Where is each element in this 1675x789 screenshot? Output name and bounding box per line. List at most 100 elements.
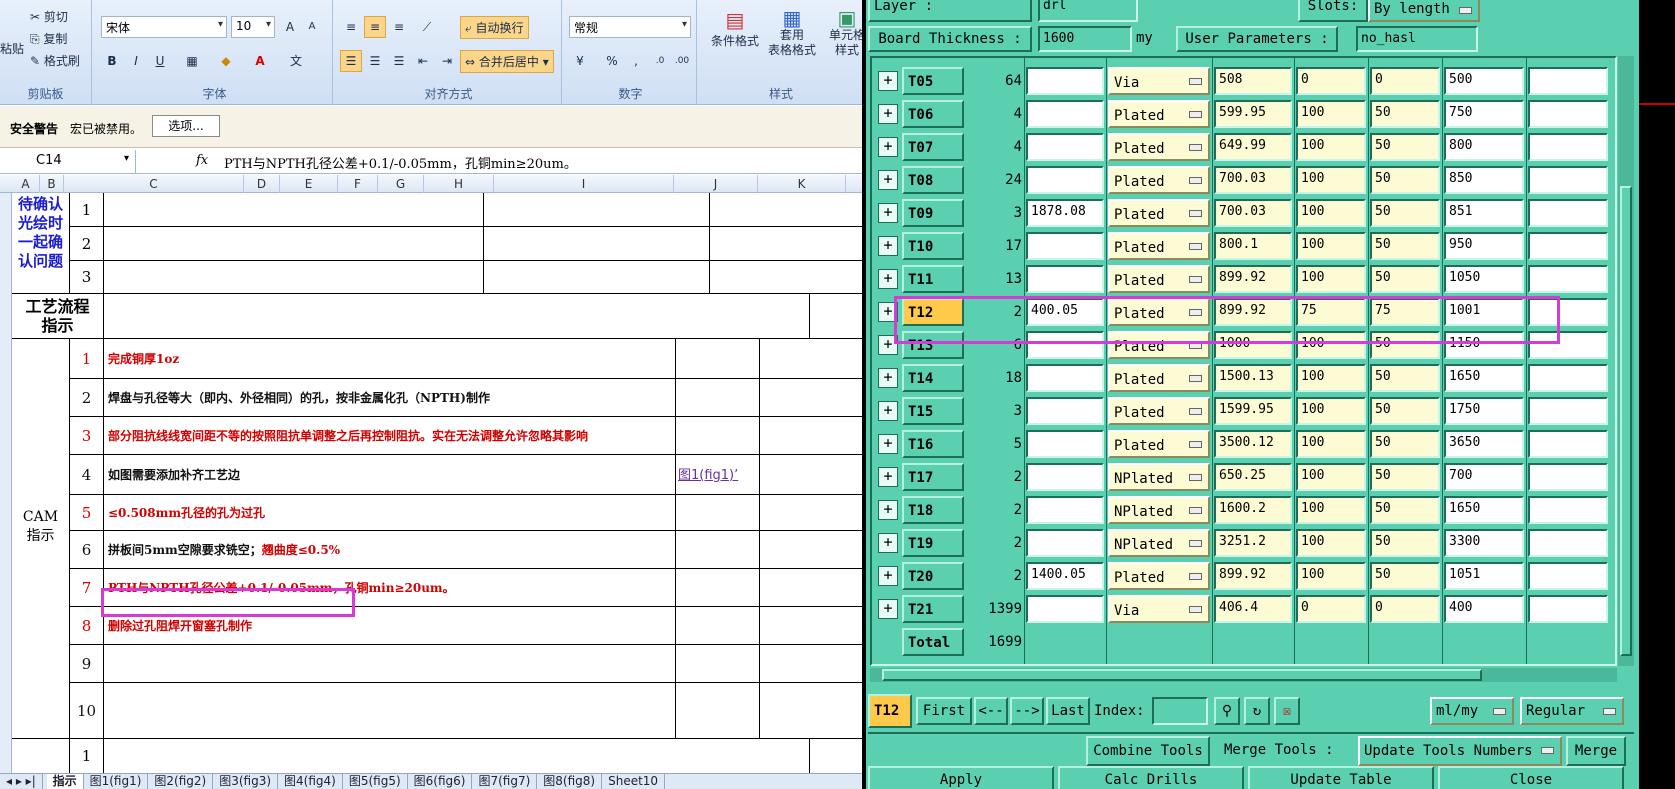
column-header[interactable]: E bbox=[280, 175, 338, 193]
tolerance-minus-field[interactable]: 50 bbox=[1370, 364, 1440, 392]
paste-button[interactable]: 粘贴 bbox=[0, 40, 24, 57]
cam-instruction[interactable]: 焊盘与孔径等大（即内、外径相同）的孔，按非金属化孔（NPTH)制作 bbox=[104, 379, 676, 416]
drill-size-field[interactable]: 899.92 bbox=[1214, 562, 1292, 590]
percent-button[interactable]: % bbox=[601, 50, 623, 72]
tool-name[interactable]: T19 bbox=[902, 529, 964, 557]
cell[interactable] bbox=[104, 193, 484, 226]
tool-type-select[interactable]: Plated bbox=[1108, 232, 1210, 260]
tool-name[interactable]: T07 bbox=[902, 133, 964, 161]
tolerance-minus-field[interactable]: 50 bbox=[1370, 265, 1440, 293]
expand-icon[interactable]: + bbox=[878, 269, 898, 289]
finish-size-field[interactable] bbox=[1026, 595, 1104, 623]
finish-size-field[interactable] bbox=[1026, 430, 1104, 458]
drill-size-field[interactable]: 508 bbox=[1214, 67, 1292, 95]
sheet-tab[interactable]: 图7(fig7) bbox=[472, 774, 538, 789]
drill-size-field[interactable]: 1599.95 bbox=[1214, 397, 1292, 425]
cell-style-button[interactable]: ▣ 单元格 样式 bbox=[822, 8, 862, 58]
thickness-field[interactable]: 1600 bbox=[1038, 26, 1132, 52]
finish-size-field[interactable]: 1878.08 bbox=[1026, 199, 1104, 227]
pad-size-field[interactable]: 3650 bbox=[1444, 430, 1524, 458]
extra-field[interactable] bbox=[1528, 595, 1608, 623]
cell[interactable] bbox=[676, 531, 760, 568]
tool-row[interactable]: + T15 3 Plated 1599.95 100 50 1750 bbox=[872, 395, 1612, 428]
drill-size-field[interactable]: 3500.12 bbox=[1214, 430, 1292, 458]
increase-indent-icon[interactable]: ⇥ bbox=[436, 50, 458, 72]
cell[interactable] bbox=[676, 495, 760, 530]
expand-icon[interactable]: + bbox=[878, 236, 898, 256]
tolerance-plus-field[interactable]: 100 bbox=[1296, 529, 1366, 557]
confirm-row[interactable]: 1 bbox=[70, 193, 862, 227]
expand-icon[interactable]: + bbox=[878, 599, 898, 619]
cam-row[interactable]: 5 ≤0.508mm孔径的孔为过孔 bbox=[70, 495, 862, 531]
expand-icon[interactable]: + bbox=[878, 434, 898, 454]
extra-field[interactable] bbox=[1528, 364, 1608, 392]
align-right-icon[interactable]: ☰ bbox=[388, 50, 410, 72]
expand-icon[interactable]: + bbox=[878, 104, 898, 124]
extra-field[interactable] bbox=[1528, 463, 1608, 491]
pad-size-field[interactable]: 1050 bbox=[1444, 265, 1524, 293]
cell[interactable] bbox=[104, 227, 484, 260]
sheet-tab[interactable]: 指示 bbox=[46, 774, 84, 789]
cell[interactable] bbox=[484, 227, 710, 260]
tool-type-select[interactable]: Plated bbox=[1108, 562, 1210, 590]
cam-instruction[interactable]: 如图需要添加补齐工艺边 bbox=[104, 455, 676, 494]
expand-icon[interactable]: + bbox=[878, 467, 898, 487]
tolerance-plus-field[interactable]: 100 bbox=[1296, 562, 1366, 590]
column-header[interactable]: A bbox=[12, 175, 40, 193]
column-header[interactable]: G bbox=[378, 175, 424, 193]
tool-name[interactable]: T06 bbox=[902, 100, 964, 128]
pad-size-field[interactable]: 1650 bbox=[1444, 496, 1524, 524]
fill-color-icon[interactable]: ◆ bbox=[215, 50, 237, 72]
formula-input[interactable]: PTH与NPTH孔径公差+0.1/-0.05mm，孔铜min≥20um。 bbox=[224, 153, 577, 172]
expand-icon[interactable]: + bbox=[878, 500, 898, 520]
font-size-select[interactable]: 10 bbox=[231, 16, 275, 38]
cell[interactable] bbox=[104, 261, 484, 293]
cam-instruction[interactable]: ≤0.508mm孔径的孔为过孔 bbox=[104, 495, 676, 530]
tool-row[interactable]: + T17 2 NPlated 650.25 100 50 700 bbox=[872, 461, 1612, 494]
cell[interactable] bbox=[676, 683, 760, 738]
calc-drills-button[interactable]: Calc Drills bbox=[1058, 766, 1244, 789]
pad-size-field[interactable]: 851 bbox=[1444, 199, 1524, 227]
column-header[interactable]: F bbox=[338, 175, 378, 193]
vertical-scrollbar[interactable] bbox=[1618, 56, 1634, 666]
tool-type-select[interactable]: Plated bbox=[1108, 430, 1210, 458]
align-center-icon[interactable]: ☰ bbox=[364, 50, 386, 72]
tolerance-minus-field[interactable]: 50 bbox=[1370, 496, 1440, 524]
tool-name[interactable]: T17 bbox=[902, 463, 964, 491]
finish-size-field[interactable]: 1400.05 bbox=[1026, 562, 1104, 590]
worksheet-grid[interactable]: 待确认光绘时一起确认问题 1 2 3 工艺流程指示 CAM 指示 1 完成铜厚1o… bbox=[12, 193, 862, 773]
drill-size-field[interactable]: 599.95 bbox=[1214, 100, 1292, 128]
tolerance-minus-field[interactable]: 50 bbox=[1370, 166, 1440, 194]
tolerance-plus-field[interactable]: 100 bbox=[1296, 265, 1366, 293]
expand-icon[interactable]: + bbox=[878, 71, 898, 91]
tolerance-plus-field[interactable]: 100 bbox=[1296, 166, 1366, 194]
drill-size-field[interactable]: 3251.2 bbox=[1214, 529, 1292, 557]
expand-icon[interactable]: + bbox=[878, 137, 898, 157]
cell[interactable] bbox=[676, 417, 760, 454]
last-row[interactable]: 1 bbox=[12, 739, 862, 773]
align-middle-icon[interactable]: ≡ bbox=[364, 16, 386, 38]
first-button[interactable]: First bbox=[916, 697, 972, 725]
extra-field[interactable] bbox=[1528, 100, 1608, 128]
conditional-format-button[interactable]: ▤ 条件格式 bbox=[710, 8, 760, 49]
extra-field[interactable] bbox=[1528, 397, 1608, 425]
confirm-row[interactable]: 3 bbox=[70, 261, 862, 294]
tolerance-minus-field[interactable]: 50 bbox=[1370, 430, 1440, 458]
fx-icon[interactable]: fx bbox=[196, 153, 208, 168]
horizontal-scrollbar[interactable] bbox=[870, 668, 1617, 682]
hscroll-thumb[interactable] bbox=[882, 669, 1482, 681]
extra-field[interactable] bbox=[1528, 529, 1608, 557]
cam-row[interactable]: 6 拼板间5mm空隙要求铣空；翘曲度≤0.5% bbox=[70, 531, 862, 569]
column-header[interactable]: J bbox=[674, 175, 758, 193]
sheet-tab[interactable]: 图5(fig5) bbox=[343, 774, 408, 789]
prev-button[interactable]: <-- bbox=[974, 697, 1008, 725]
tolerance-minus-field[interactable]: 50 bbox=[1370, 562, 1440, 590]
sheet-tab[interactable]: 图4(fig4) bbox=[278, 774, 343, 789]
tool-name[interactable]: T11 bbox=[902, 265, 964, 293]
security-options-button[interactable]: 选项... bbox=[152, 115, 220, 137]
pad-size-field[interactable]: 400 bbox=[1444, 595, 1524, 623]
tolerance-minus-field[interactable]: 50 bbox=[1370, 232, 1440, 260]
tool-row[interactable]: + T16 5 Plated 3500.12 100 50 3650 bbox=[872, 428, 1612, 461]
tool-row[interactable]: + T10 17 Plated 800.1 100 50 950 bbox=[872, 230, 1612, 263]
column-header[interactable]: D bbox=[244, 175, 280, 193]
